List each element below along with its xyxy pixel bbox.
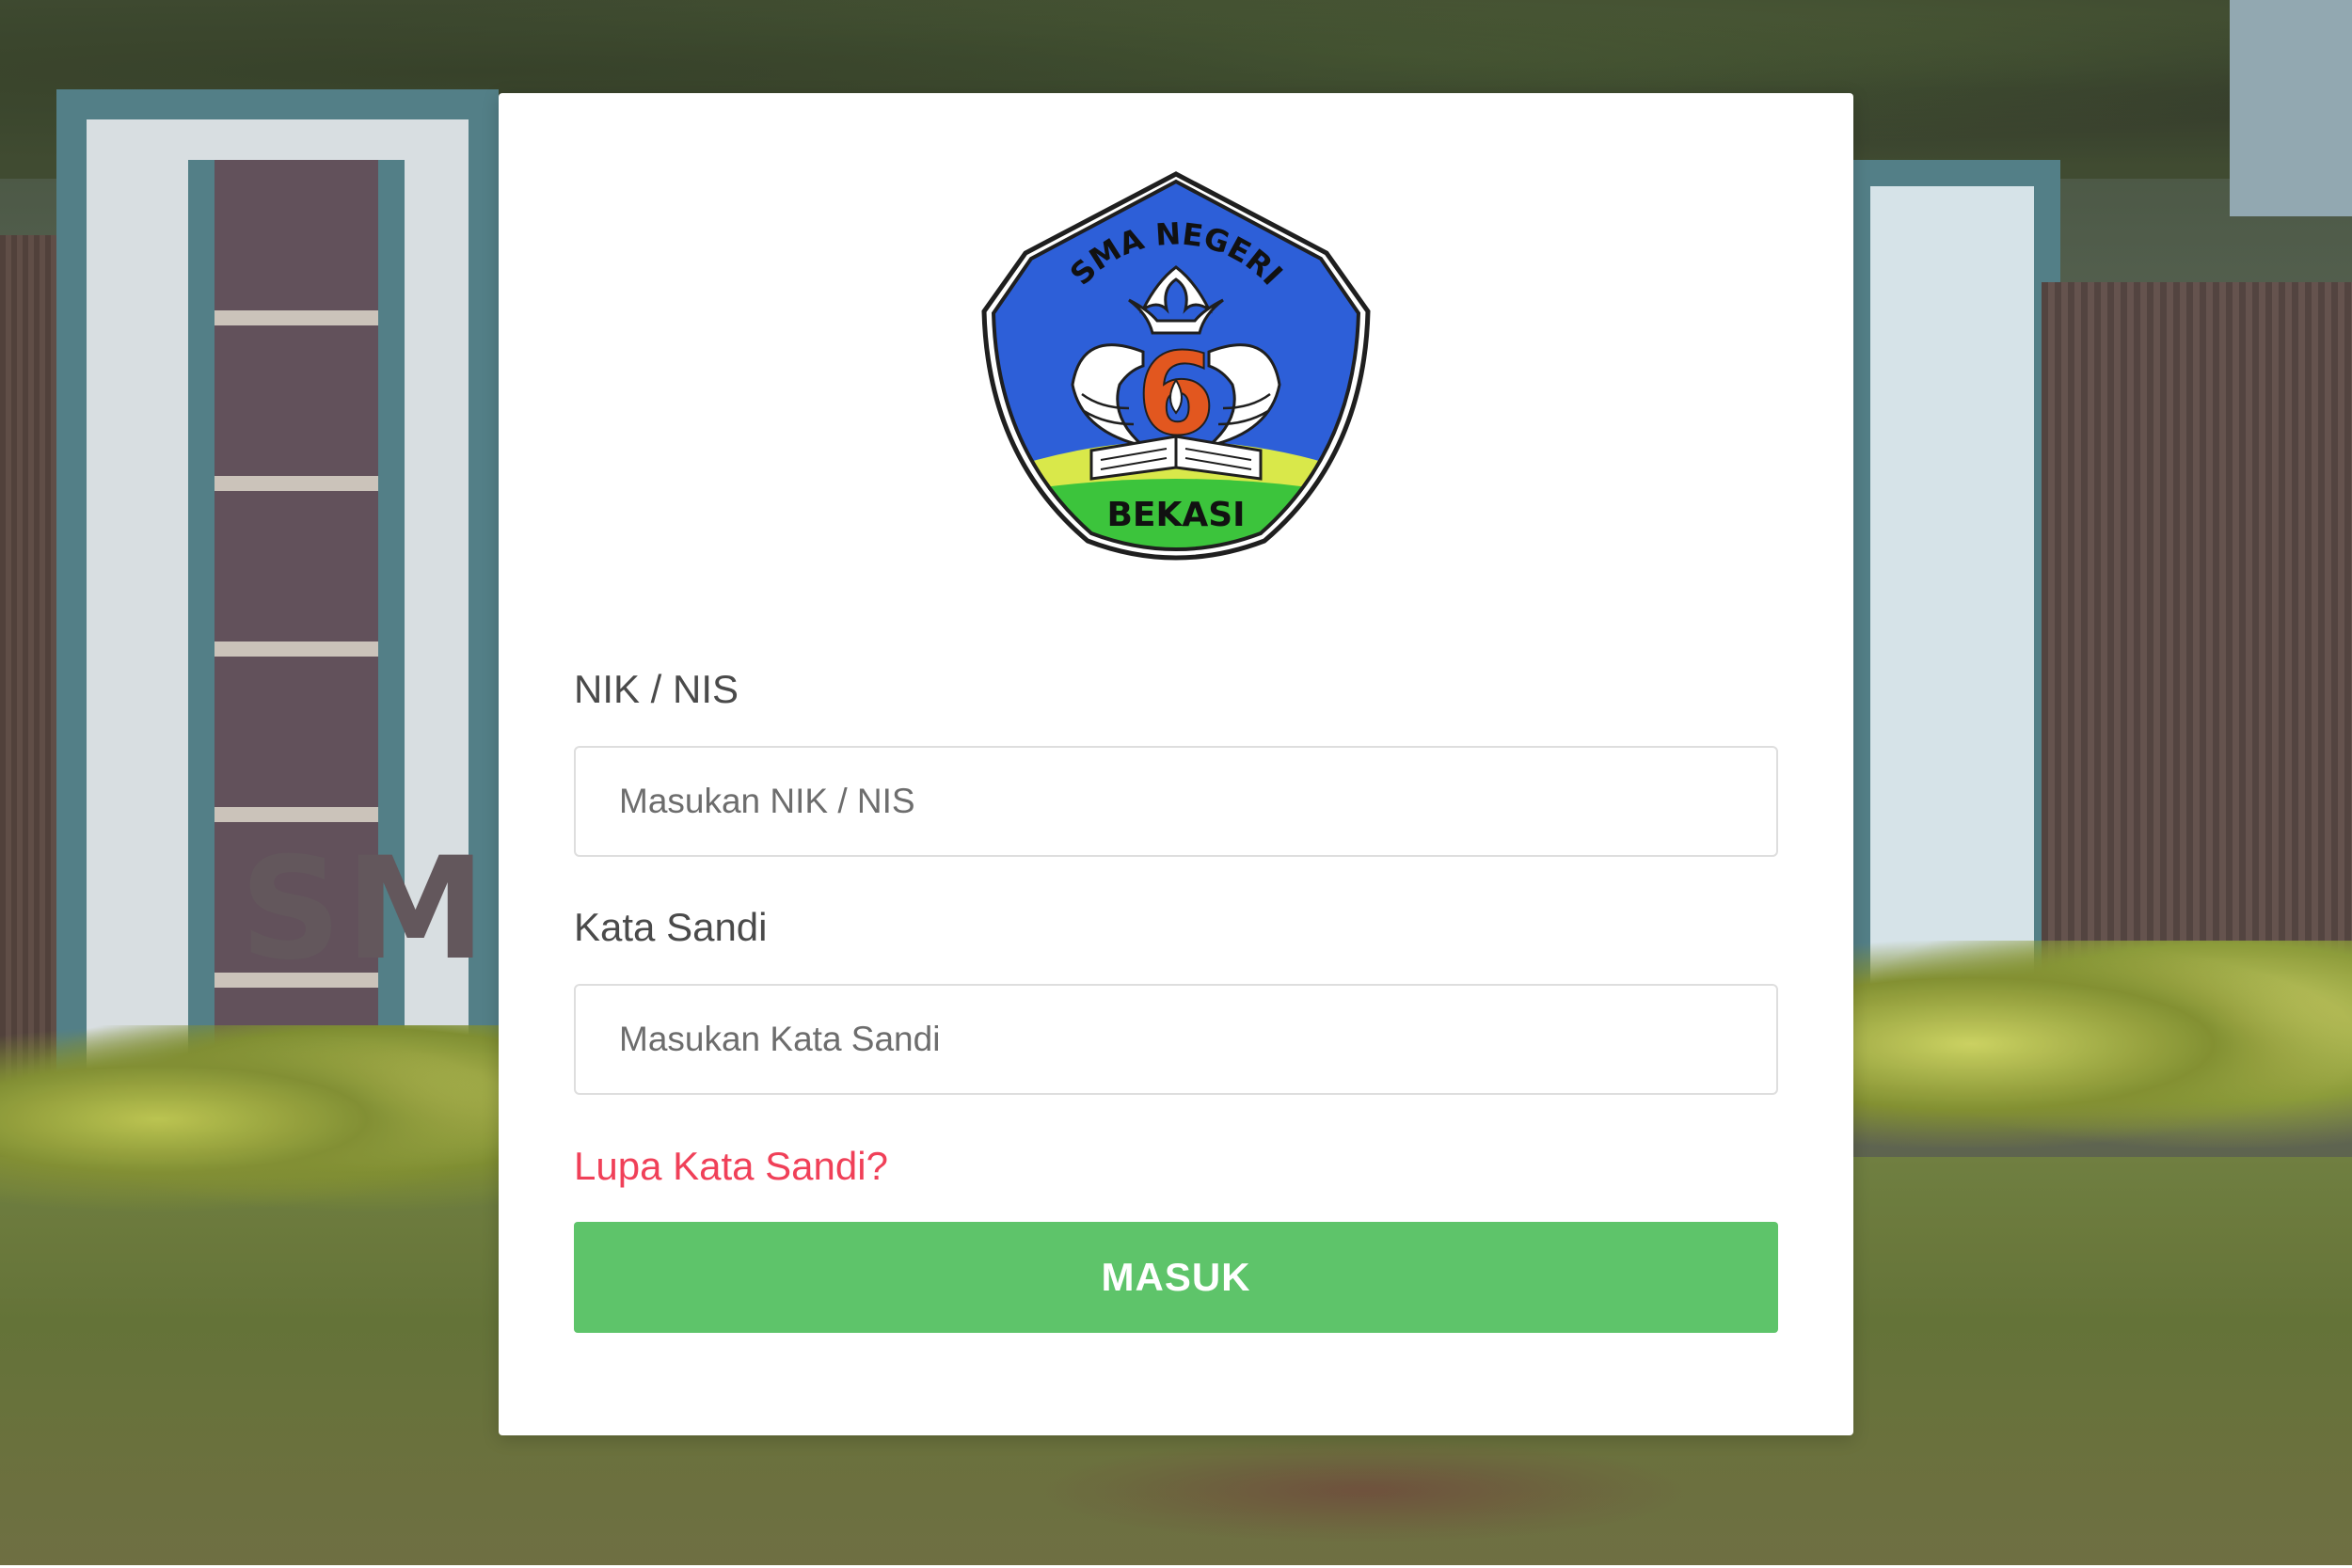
school-logo: SMA NEGERI 6 BEKASI xyxy=(981,171,1371,561)
forgot-password-link[interactable]: Lupa Kata Sandi? xyxy=(574,1144,888,1189)
nik-input[interactable] xyxy=(574,746,1778,857)
logo-bottom-text: BEKASI xyxy=(1106,496,1245,534)
password-input[interactable] xyxy=(574,984,1778,1095)
login-card: SMA NEGERI 6 BEKASI NI xyxy=(499,93,1853,1435)
nik-label: NIK / NIS xyxy=(574,667,739,711)
login-button[interactable]: MASUK xyxy=(574,1222,1778,1333)
login-page: SM SMA NEGERI BEKASI NIK / NIS Masukan N… xyxy=(0,0,2352,1568)
password-label: Kata Sandi xyxy=(574,905,768,949)
